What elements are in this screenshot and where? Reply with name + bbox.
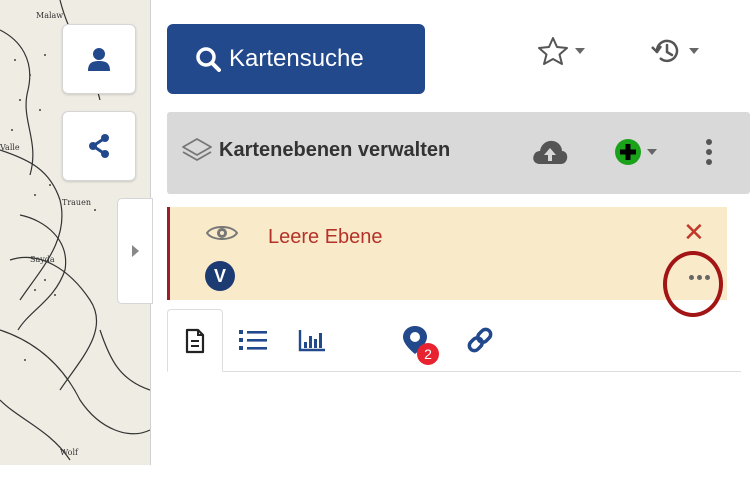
marker-count-badge: 2 [417, 343, 439, 365]
history-icon [651, 39, 679, 63]
cloud-upload-icon [533, 140, 568, 164]
upload-button[interactable] [531, 138, 569, 171]
chevron-down-icon [647, 149, 657, 155]
add-layer-dropdown[interactable] [614, 138, 657, 166]
highlight-annotation-circle [663, 251, 723, 317]
layer-name[interactable]: Leere Ebene [268, 226, 383, 249]
tab-statistics[interactable] [284, 309, 340, 371]
tab-markers[interactable]: 2 [387, 309, 443, 371]
layer-manager-header: Kartenebenen verwalten [167, 112, 750, 194]
remove-layer-button[interactable]: ✕ [683, 217, 705, 248]
user-button[interactable] [62, 24, 136, 94]
layer-tabs: 2 [167, 309, 741, 372]
user-icon [88, 48, 110, 71]
document-icon [185, 328, 205, 353]
plus-circle-icon [615, 139, 641, 165]
chevron-down-icon [689, 48, 699, 54]
favorites-dropdown[interactable] [537, 36, 585, 66]
tab-links[interactable] [452, 309, 508, 371]
layer-item[interactable]: Leere Ebene ✕ V [167, 207, 727, 300]
tab-details[interactable] [167, 309, 223, 372]
share-button[interactable] [62, 111, 136, 181]
chevron-down-icon [575, 48, 585, 54]
svg-text:Wolf: Wolf [60, 448, 79, 457]
share-icon [89, 134, 109, 158]
svg-text:Sayda: Sayda [30, 255, 55, 264]
star-icon [538, 37, 568, 65]
svg-text:Valle: Valle [0, 143, 20, 152]
svg-text:Malaw: Malaw [36, 11, 63, 20]
layer-manager-title-group: Kartenebenen verwalten [181, 136, 450, 164]
tab-list[interactable] [225, 309, 281, 371]
map-search-label: Kartensuche [229, 45, 364, 72]
history-dropdown[interactable] [649, 36, 699, 66]
caret-right-icon [132, 245, 139, 257]
map-search-button[interactable]: Kartensuche [167, 24, 425, 94]
kebab-menu-icon [706, 139, 712, 165]
panel-collapse-handle[interactable] [117, 198, 153, 304]
vector-layer-badge: V [205, 261, 235, 291]
layer-manager-menu-button[interactable] [705, 138, 713, 171]
layers-icon [182, 138, 212, 161]
layer-manager-title: Kartenebenen verwalten [219, 138, 451, 161]
link-icon [467, 327, 493, 353]
search-icon [196, 47, 221, 72]
svg-text:Trauen: Trauen [62, 198, 91, 207]
visibility-toggle[interactable] [205, 223, 239, 248]
list-icon [239, 330, 267, 350]
side-panel: Kartensuche Kartenebenen verwalten Leere… [151, 0, 750, 490]
bar-chart-icon [298, 330, 325, 352]
eye-icon [205, 226, 239, 240]
